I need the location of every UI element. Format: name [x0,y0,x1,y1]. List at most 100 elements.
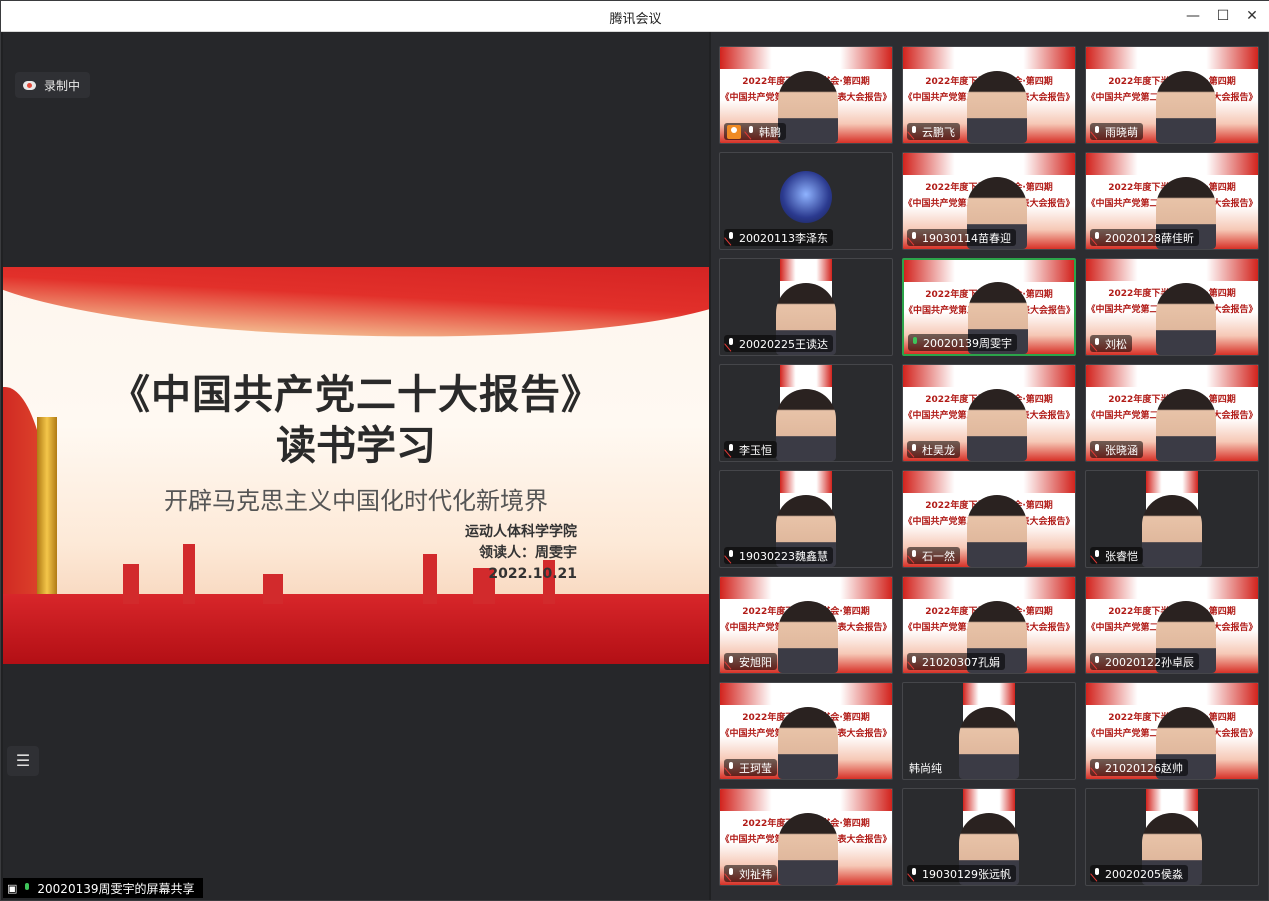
participant-name: 安旭阳 [739,655,772,669]
participant-name-tag: 21020126赵帅 [1090,759,1188,776]
participant-tile[interactable]: 2022年度下半年读书会·第四期《中国共产党第二十次全国代表大会报告》雨晓萌 [1085,46,1259,144]
participant-tile[interactable]: 20020113李泽东 [719,152,893,250]
banner-decoration [1086,683,1258,705]
minimize-button[interactable]: — [1182,6,1204,26]
participant-tile[interactable]: 2022年度下半年读书会·第四期《中国共产党第二十次全国代表大会报告》刘祉祎 [719,788,893,886]
participant-name-tag: 刘松 [1090,335,1132,352]
microphone-muted-icon [1093,126,1101,137]
participant-tile[interactable]: 2022年度下半年读书会·第四期《中国共产党第二十次全国代表大会报告》安旭阳 [719,576,893,674]
participant-video-person [778,71,838,143]
screen-share-text: 20020139周雯宇的屏幕共享 [37,881,195,896]
participant-name: 刘松 [1105,337,1127,351]
banner-decoration [963,789,1015,811]
participant-name: 王珂莹 [739,761,772,775]
participant-tile[interactable]: 2022年度下半年读书会·第四期《中国共产党第二十次全国代表大会报告》杜昊龙 [902,364,1076,462]
participant-video-person [1156,283,1216,355]
participant-tile[interactable]: 2022年度下半年读书会·第四期《中国共产党第二十次全国代表大会报告》20020… [1085,152,1259,250]
participant-name-tag: 张睿恺 [1090,547,1143,564]
participant-name-tag: 王珂莹 [724,759,777,776]
participant-tile[interactable]: 2022年度下半年读书会·第四期《中国共产党第二十次全国代表大会报告》20020… [1085,576,1259,674]
participant-tile[interactable]: 2022年度下半年读书会·第四期《中国共产党第二十次全国代表大会报告》王珂莹 [719,682,893,780]
slide-subtitle: 开辟马克思主义中国化时代化新境界 [164,487,548,515]
microphone-muted-icon [1093,444,1101,455]
maximize-button[interactable]: ☐ [1212,6,1234,26]
participant-tile[interactable]: 19030223魏鑫慧 [719,470,893,568]
banner-decoration [1146,789,1198,811]
banner-decoration [904,260,1074,282]
banner-decoration [720,577,892,599]
participant-name: 20020113李泽东 [739,231,828,245]
participant-name: 张晓涵 [1105,443,1138,457]
participant-name: 20020122孙卓辰 [1105,655,1194,669]
participant-name-tag: 20020113李泽东 [724,229,833,246]
participant-name-tag: 刘祉祎 [724,865,777,882]
participant-name-tag: 韩鹏 [724,123,786,140]
banner-decoration [780,259,832,281]
banner-decoration [780,471,832,493]
slide-date: 2022.10.21 [488,566,577,582]
close-button[interactable]: ✕ [1241,6,1263,26]
microphone-muted-icon [910,232,918,243]
recording-indicator[interactable]: 录制中 [15,72,91,98]
participant-tile[interactable]: 2022年度下半年读书会·第四期《中国共产党第二十次全国代表大会报告》20020… [902,258,1076,356]
participant-name: 20020128薛佳昕 [1105,231,1194,245]
microphone-muted-icon [727,338,735,349]
banner-decoration [903,365,1075,387]
participant-tile[interactable]: 张睿恺 [1085,470,1259,568]
microphone-muted-icon [1093,656,1101,667]
participant-tile[interactable]: 2022年度下半年读书会·第四期《中国共产党第二十次全国代表大会报告》张晓涵 [1085,364,1259,462]
participant-tile[interactable]: 2022年度下半年读书会·第四期《中国共产党第二十次全国代表大会报告》韩鹏 [719,46,893,144]
participant-tile[interactable]: 韩尚纯 [902,682,1076,780]
participant-name-tag: 20020139周雯宇 [908,334,1017,351]
microphone-muted-icon [910,868,918,879]
participant-name-tag: 19030129张远帆 [907,865,1016,882]
participant-tile[interactable]: 20020225王读达 [719,258,893,356]
cloud-record-icon [23,80,36,90]
participant-name-tag: 韩尚纯 [907,759,947,776]
banner-decoration [1086,47,1258,69]
participant-name: 19030114苗春迎 [922,231,1011,245]
screen-share-label: ▣ 20020139周雯宇的屏幕共享 [3,878,203,898]
screen-share-icon: ▣ [7,881,18,895]
participant-video-person [1156,71,1216,143]
participant-tile[interactable]: 2022年度下半年读书会·第四期《中国共产党第二十次全国代表大会报告》19030… [902,152,1076,250]
participant-tile[interactable]: 2022年度下半年读书会·第四期《中国共产党第二十次全国代表大会报告》21020… [902,576,1076,674]
shared-screen-area: 录制中 《中国共产党二十大报告》 读书学习 开辟马克思主义中国化时代化新境界 运… [3,32,709,900]
microphone-muted-icon [727,868,735,879]
participant-name: 李玉恒 [739,443,772,457]
participant-name: 杜昊龙 [922,443,955,457]
participant-name-tag: 云鹏飞 [907,123,960,140]
list-icon[interactable]: ☰ [7,746,39,776]
banner-decoration [780,365,832,387]
participant-name: 21020126赵帅 [1105,761,1183,775]
microphone-muted-icon [727,232,735,243]
participant-name-tag: 李玉恒 [724,441,777,458]
participant-tile[interactable]: 2022年度下半年读书会·第四期《中国共产党第二十次全国代表大会报告》21020… [1085,682,1259,780]
banner-decoration [903,577,1075,599]
slide-info: 运动人体科学学院 领读人：周雯宇 2022.10.21 [465,522,577,585]
participant-tile[interactable]: 李玉恒 [719,364,893,462]
banner-decoration [1146,471,1198,493]
participant-name: 21020307孔娟 [922,655,1000,669]
microphone-muted-icon [747,126,755,137]
participant-name: 韩尚纯 [909,761,942,775]
recording-label: 录制中 [44,78,81,93]
participant-video-person [967,71,1027,143]
participant-name-tag: 张晓涵 [1090,441,1143,458]
banner-decoration [903,47,1075,69]
microphone-muted-icon [910,126,918,137]
participant-name: 19030223魏鑫慧 [739,549,828,563]
participant-tile[interactable]: 2022年度下半年读书会·第四期《中国共产党第二十次全国代表大会报告》云鹏飞 [902,46,1076,144]
microphone-muted-icon [910,656,918,667]
participant-tile[interactable]: 2022年度下半年读书会·第四期《中国共产党第二十次全国代表大会报告》刘松 [1085,258,1259,356]
participant-tile[interactable]: 2022年度下半年读书会·第四期《中国共产党第二十次全国代表大会报告》石一然 [902,470,1076,568]
participant-name-tag: 安旭阳 [724,653,777,670]
microphone-muted-icon [727,444,735,455]
participant-tile[interactable]: 19030129张远帆 [902,788,1076,886]
participant-name: 石一然 [922,549,955,563]
microphone-muted-icon [1093,338,1101,349]
participant-tile[interactable]: 20020205侯淼 [1085,788,1259,886]
banner-decoration [720,47,892,69]
participant-name-tag: 20020128薛佳昕 [1090,229,1199,246]
microphone-muted-icon [727,762,735,773]
